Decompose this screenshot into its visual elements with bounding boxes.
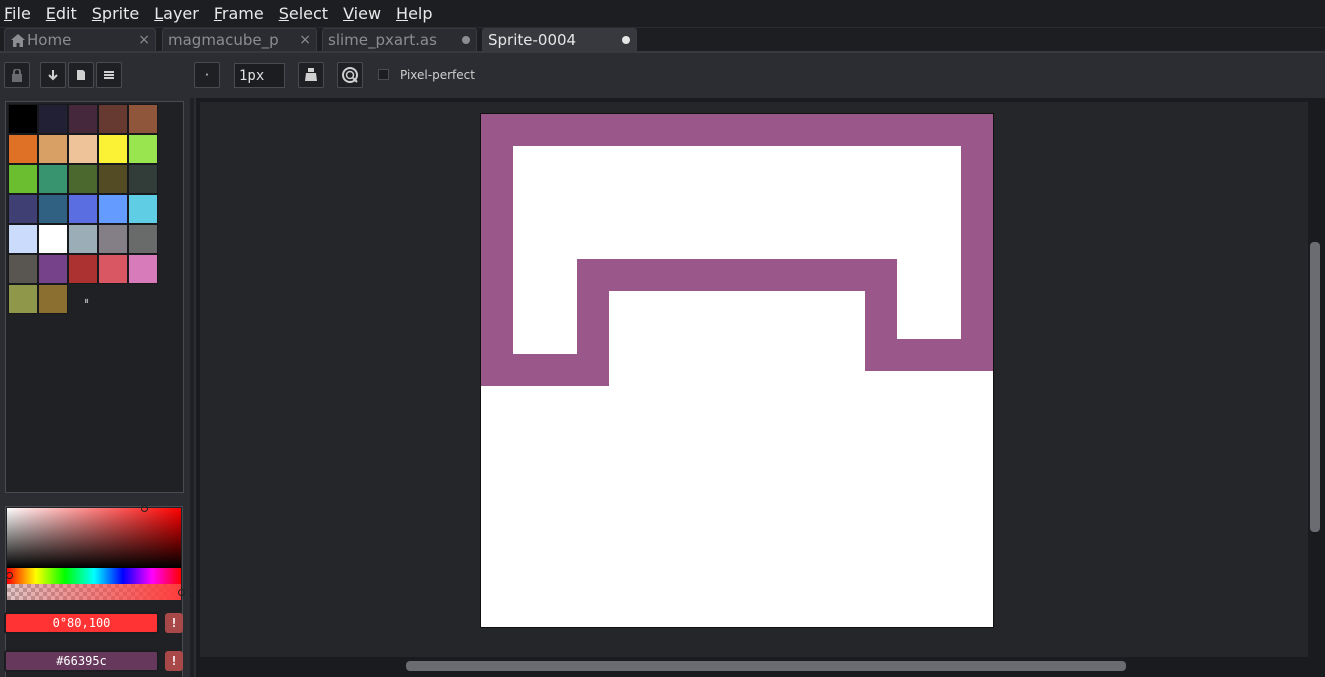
tab-slime-pxart[interactable]: slime_pxart.as <box>322 28 477 51</box>
stroke-left <box>481 146 513 386</box>
tab-bar: Home × magmacube_p × slime_pxart.as Spri… <box>0 28 1325 52</box>
options-button[interactable] <box>96 62 122 88</box>
menu-help[interactable]: Help <box>396 4 432 23</box>
download-button[interactable] <box>40 62 66 88</box>
tab-sprite-0004[interactable]: Sprite-0004 <box>482 28 637 52</box>
menu-select[interactable]: Select <box>279 4 328 23</box>
palette-swatch[interactable] <box>68 134 98 164</box>
page-button[interactable] <box>68 62 94 88</box>
close-icon[interactable]: × <box>299 29 311 51</box>
palette-swatch[interactable] <box>68 104 98 134</box>
menu-icon <box>104 71 114 79</box>
saturation-value-area[interactable] <box>7 508 181 568</box>
palette-swatch[interactable] <box>68 254 98 284</box>
menu-layer[interactable]: Layer <box>154 4 199 23</box>
palette-swatch[interactable] <box>68 194 98 224</box>
left-panel: ⏸ 0°80,100 ! #66395c ! <box>0 98 190 677</box>
menu-sprite[interactable]: Sprite <box>92 4 139 23</box>
page-icon <box>77 70 85 80</box>
stroke-right <box>961 146 993 371</box>
palette-swatch[interactable] <box>128 104 158 134</box>
dynamics-icon <box>342 67 358 83</box>
alpha-handle[interactable] <box>178 589 185 596</box>
palette-resize-grip-icon[interactable]: ⏸ <box>84 296 89 307</box>
ink-button[interactable] <box>298 62 324 88</box>
palette-swatch[interactable] <box>128 164 158 194</box>
palette-swatch[interactable] <box>8 194 38 224</box>
palette-swatch[interactable] <box>128 134 158 164</box>
lock-button[interactable] <box>4 62 30 88</box>
hue-slider[interactable] <box>7 568 181 584</box>
palette-swatch[interactable] <box>68 164 98 194</box>
palette-swatch[interactable] <box>98 104 128 134</box>
sv-handle[interactable] <box>141 505 148 512</box>
home-icon <box>11 34 25 47</box>
palette-swatch[interactable] <box>8 254 38 284</box>
modified-dot-icon <box>462 36 470 44</box>
background-color-field[interactable]: #66395c <box>4 650 159 672</box>
alpha-slider[interactable] <box>7 584 181 600</box>
palette-swatch[interactable] <box>38 284 68 314</box>
brush-size-field[interactable] <box>234 63 285 88</box>
dynamics-button[interactable] <box>337 62 363 88</box>
context-toolbar: · Pixel-perfect <box>0 53 1325 98</box>
hue-handle[interactable] <box>6 572 13 579</box>
stroke-top <box>481 114 993 146</box>
menu-bar: File Edit Sprite Layer Frame Select View… <box>0 0 1325 28</box>
palette-swatch[interactable] <box>8 134 38 164</box>
palette-swatch[interactable] <box>98 134 128 164</box>
palette-swatch[interactable] <box>8 284 38 314</box>
arrow-down-icon <box>48 70 58 81</box>
palette-swatch[interactable] <box>38 224 68 254</box>
palette-swatch[interactable] <box>38 194 68 224</box>
lock-icon <box>12 68 22 82</box>
pixel-perfect-checkbox[interactable] <box>378 69 389 80</box>
background-warning-button[interactable]: ! <box>165 651 183 671</box>
palette-swatch[interactable] <box>8 224 38 254</box>
palette-swatch[interactable] <box>128 194 158 224</box>
palette-swatch[interactable] <box>8 164 38 194</box>
palette-swatch[interactable] <box>128 254 158 284</box>
stroke-inner-top <box>577 259 897 291</box>
menu-edit[interactable]: Edit <box>46 4 77 23</box>
menu-frame[interactable]: Frame <box>214 4 264 23</box>
brush-shape-button[interactable]: · <box>194 62 220 88</box>
pixel-perfect-label: Pixel-perfect <box>400 68 475 82</box>
palette-swatch[interactable] <box>128 224 158 254</box>
palette-swatch[interactable] <box>38 254 68 284</box>
ink-bottle-icon <box>305 68 317 81</box>
palette-swatch[interactable] <box>98 224 128 254</box>
palette-swatch[interactable] <box>38 164 68 194</box>
menu-view[interactable]: View <box>343 4 381 23</box>
stroke-bottom-left <box>513 354 609 386</box>
palette-swatch[interactable] <box>98 254 128 284</box>
tab-home[interactable]: Home × <box>4 28 156 51</box>
palette: ⏸ <box>5 101 184 493</box>
palette-swatch[interactable] <box>38 104 68 134</box>
horizontal-scrollbar[interactable] <box>406 661 1126 671</box>
close-icon[interactable]: × <box>138 29 150 51</box>
palette-swatch[interactable] <box>68 224 98 254</box>
modified-dot-icon <box>622 36 630 44</box>
menu-file[interactable]: File <box>4 4 31 23</box>
foreground-color-field[interactable]: 0°80,100 <box>4 612 159 634</box>
palette-swatch[interactable] <box>98 164 128 194</box>
palette-swatch[interactable] <box>98 194 128 224</box>
palette-swatch[interactable] <box>8 104 38 134</box>
vertical-scrollbar[interactable] <box>1310 242 1320 532</box>
sprite-canvas[interactable] <box>480 113 994 628</box>
foreground-warning-button[interactable]: ! <box>165 613 183 633</box>
palette-swatch[interactable] <box>38 134 68 164</box>
tab-magmacube[interactable]: magmacube_p × <box>162 28 317 51</box>
